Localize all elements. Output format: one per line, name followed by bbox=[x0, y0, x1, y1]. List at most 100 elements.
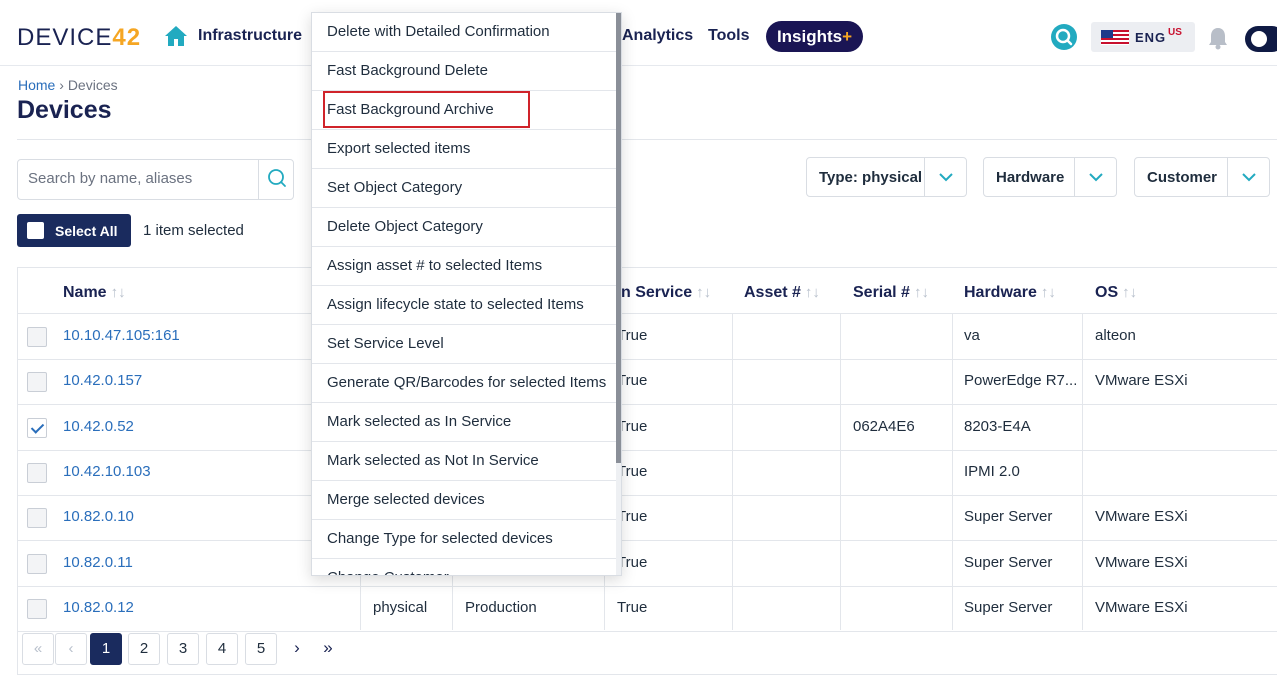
chevron-down-icon[interactable] bbox=[1074, 158, 1116, 196]
column-hardware[interactable]: Hardware ↑↓ bbox=[964, 284, 1056, 302]
cell-hardware: Super Server bbox=[964, 598, 1053, 616]
row-checkbox[interactable] bbox=[27, 327, 47, 347]
cell-os: VMware ESXi bbox=[1095, 508, 1188, 526]
cell-serial: 062A4E6 bbox=[853, 417, 915, 435]
us-flag-icon bbox=[1101, 30, 1129, 45]
search-icon[interactable] bbox=[1051, 24, 1077, 50]
theme-toggle-icon[interactable] bbox=[1245, 26, 1277, 52]
chevron-down-icon[interactable] bbox=[924, 158, 966, 196]
select-all-button[interactable]: Select All bbox=[17, 214, 131, 247]
column-os[interactable]: OS ↑↓ bbox=[1095, 284, 1137, 302]
filter-hardware-label: Hardware bbox=[996, 169, 1065, 186]
device42-logo[interactable]: DEVICE42 bbox=[17, 24, 141, 52]
row-checkbox[interactable] bbox=[27, 553, 47, 574]
menu-item[interactable]: Set Object Category bbox=[312, 169, 616, 208]
cell-os: alteon bbox=[1095, 327, 1136, 344]
select-all-label: Select All bbox=[55, 223, 118, 239]
breadcrumb-home[interactable]: Home bbox=[18, 77, 55, 93]
menu-item[interactable]: Assign lifecycle state to selected Items bbox=[312, 286, 616, 325]
next-page-button[interactable]: › bbox=[281, 633, 313, 665]
language-code: ENG bbox=[1135, 30, 1167, 45]
column-in-service[interactable]: n Service ↑↓ bbox=[621, 284, 711, 302]
cell-os: VMware ESXi bbox=[1095, 372, 1188, 390]
table-row[interactable]: 10.42.0.157 True PowerEdge R7... VMware ESX… bbox=[18, 359, 1277, 406]
filter-customer[interactable]: Customer bbox=[1134, 157, 1270, 197]
row-checkbox[interactable] bbox=[27, 462, 47, 483]
row-checkbox[interactable] bbox=[27, 417, 47, 438]
menu-item[interactable]: Merge selected devices bbox=[312, 481, 616, 520]
nav-analytics[interactable]: Analytics bbox=[622, 27, 693, 45]
cell-os: VMware ESXi bbox=[1095, 553, 1188, 571]
row-checkbox[interactable] bbox=[27, 598, 47, 619]
column-asset[interactable]: Asset # ↑↓ bbox=[744, 284, 820, 302]
filter-type[interactable]: Type: physical bbox=[806, 157, 967, 197]
menu-item[interactable]: Mark selected as In Service bbox=[312, 403, 616, 442]
insights-button[interactable]: Insights+ bbox=[766, 21, 863, 52]
menu-item[interactable]: Generate QR/Barcodes for selected Items bbox=[312, 364, 616, 403]
insights-label: Insights bbox=[776, 27, 843, 46]
page-2-button[interactable]: 2 bbox=[128, 633, 160, 665]
chevron-down-icon[interactable] bbox=[1227, 158, 1269, 196]
nav-tools[interactable]: Tools bbox=[708, 27, 749, 45]
menu-item[interactable]: Mark selected as Not In Service bbox=[312, 442, 616, 481]
cell-name[interactable]: 10.82.0.10 bbox=[63, 508, 343, 525]
last-page-button[interactable]: » bbox=[312, 633, 344, 665]
cell-in-service: True bbox=[617, 417, 648, 435]
menu-scrollbar[interactable] bbox=[616, 13, 621, 575]
table-row[interactable]: 10.82.0.12 physical Production True Super Se… bbox=[18, 586, 1277, 632]
logo-number: 42 bbox=[112, 24, 142, 51]
cell-in-service: True bbox=[617, 372, 648, 390]
cell-name[interactable]: 10.42.0.157 bbox=[63, 372, 343, 389]
bell-icon[interactable] bbox=[1207, 26, 1229, 50]
table-row[interactable]: 10.42.0.52 True 062A4E6 8203-E4A bbox=[18, 405, 1277, 451]
cell-in-service: True bbox=[617, 553, 648, 571]
column-name[interactable]: Name ↑↓ bbox=[63, 284, 126, 302]
cell-os: VMware ESXi bbox=[1095, 598, 1188, 616]
menu-item[interactable]: Change Type for selected devices bbox=[312, 520, 616, 559]
prev-page-button[interactable]: ‹ bbox=[55, 633, 87, 665]
cell-name[interactable]: 10.82.0.11 bbox=[63, 554, 343, 571]
filter-type-label: Type: physical bbox=[819, 169, 923, 186]
sort-icon: ↑↓ bbox=[913, 284, 929, 301]
cell-in-service: True bbox=[617, 598, 648, 616]
cell-hardware: Super Server bbox=[964, 553, 1053, 571]
filter-hardware[interactable]: Hardware bbox=[983, 157, 1117, 197]
cell-name[interactable]: 10.10.47.105:161 bbox=[63, 327, 343, 344]
page-title: Devices bbox=[17, 96, 112, 124]
menu-item[interactable]: Delete with Detailed Confirmation bbox=[312, 13, 616, 52]
row-checkbox[interactable] bbox=[27, 372, 47, 393]
search-icon bbox=[268, 169, 286, 187]
table-row[interactable]: 10.82.0.10 True Super Server VMware ESXi bbox=[18, 495, 1277, 542]
menu-item[interactable]: Assign asset # to selected Items bbox=[312, 247, 616, 286]
selected-count: 1 item selected bbox=[143, 222, 244, 239]
search-input[interactable] bbox=[28, 170, 258, 187]
page-4-button[interactable]: 4 bbox=[206, 633, 238, 665]
menu-item[interactable]: Export selected items bbox=[312, 130, 616, 169]
sort-icon: ↑↓ bbox=[696, 284, 712, 301]
menu-item[interactable]: Delete Object Category bbox=[312, 208, 616, 247]
column-serial[interactable]: Serial # ↑↓ bbox=[853, 284, 929, 302]
cell-name[interactable]: 10.42.10.103 bbox=[63, 463, 343, 480]
page-3-button[interactable]: 3 bbox=[167, 633, 199, 665]
search-button[interactable] bbox=[258, 160, 294, 199]
page-5-button[interactable]: 5 bbox=[245, 633, 277, 665]
first-page-button[interactable]: « bbox=[22, 633, 54, 665]
cell-name[interactable]: 10.42.0.52 bbox=[63, 418, 343, 435]
cell-in-service: True bbox=[617, 327, 648, 344]
cell-name[interactable]: 10.82.0.12 bbox=[63, 599, 343, 616]
table-row[interactable]: 10.42.10.103 True IPMI 2.0 bbox=[18, 450, 1277, 496]
menu-scrollbar-thumb[interactable] bbox=[616, 13, 621, 463]
menu-item[interactable]: Set Service Level bbox=[312, 325, 616, 364]
menu-item[interactable]: Fast Background Delete bbox=[312, 52, 616, 91]
nav-infrastructure[interactable]: Infrastructure bbox=[198, 27, 302, 45]
menu-item[interactable]: Change Customer bbox=[312, 559, 616, 575]
header-divider bbox=[17, 139, 1277, 140]
table-row[interactable]: 10.10.47.105:161 True va alteon bbox=[18, 314, 1277, 360]
filter-customer-label: Customer bbox=[1147, 169, 1218, 186]
page-1-button[interactable]: 1 bbox=[90, 633, 122, 665]
cell-hardware: 8203-E4A bbox=[964, 417, 1031, 435]
language-selector[interactable]: ENG US bbox=[1091, 22, 1195, 52]
row-checkbox[interactable] bbox=[27, 508, 47, 529]
home-icon[interactable] bbox=[164, 25, 188, 47]
table-row[interactable]: 10.82.0.11 True Super Server VMware ESXi bbox=[18, 541, 1277, 587]
